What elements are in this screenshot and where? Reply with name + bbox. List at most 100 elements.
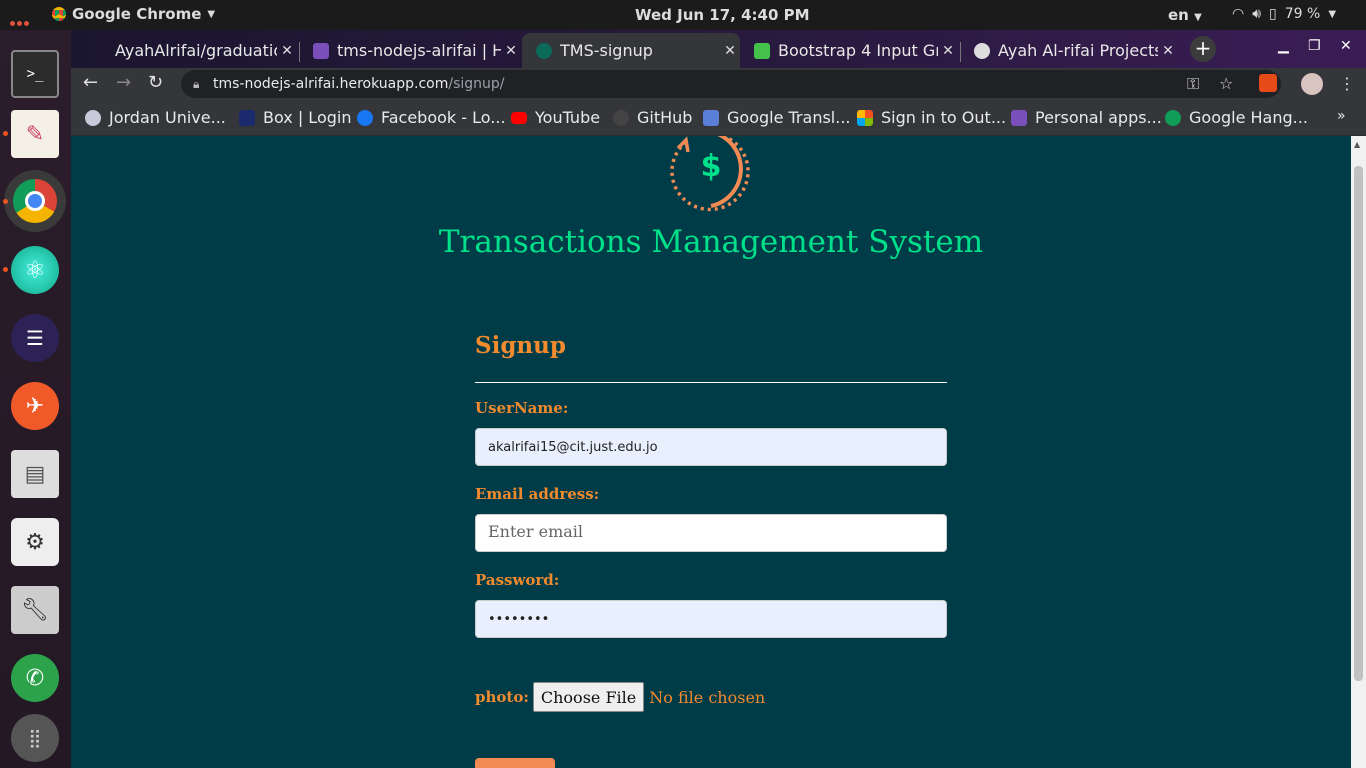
bookmarks-bar: Jordan Unive... Box | Login Facebook - L… (71, 100, 1366, 136)
reload-icon[interactable]: ↻ (148, 72, 163, 93)
bookmark-item[interactable]: Personal apps... (1011, 108, 1162, 127)
settings-tweaks-icon[interactable]: ⚙ (11, 518, 59, 566)
phone-icon[interactable]: ✆ (11, 654, 59, 702)
language-indicator[interactable]: en ▼ (1168, 6, 1202, 24)
scroll-up-icon[interactable]: ▲ (1354, 140, 1360, 149)
close-window-icon[interactable]: ✕ (1340, 38, 1352, 54)
password-field[interactable] (475, 600, 947, 638)
scrollbar-thumb[interactable] (1354, 166, 1363, 681)
page-scrollbar[interactable]: ▲ (1351, 136, 1366, 768)
file-cabinet-icon[interactable]: ▤ (11, 450, 59, 498)
avatar[interactable] (1301, 73, 1323, 95)
close-icon[interactable]: ✕ (501, 43, 521, 59)
wifi-icon: ◠ (1232, 6, 1245, 22)
signup-heading: Signup (475, 332, 566, 359)
choose-file-button[interactable]: Choose File (532, 682, 645, 712)
text-editor-icon[interactable]: ✎ (11, 110, 59, 158)
bookmark-label: Box | Login (263, 108, 352, 127)
language-label: en (1168, 6, 1189, 24)
close-icon[interactable]: ✕ (720, 43, 740, 59)
email-field[interactable] (475, 514, 947, 552)
address-bar[interactable]: 🔒︎ tms-nodejs-alrifai.herokuapp.com/sign… (181, 70, 1281, 98)
tab-title: TMS-signup (560, 41, 653, 60)
divider (475, 382, 947, 383)
bookmark-item[interactable]: Sign in to Out... (857, 108, 1006, 127)
email-label: Email address: (475, 485, 600, 503)
chevron-down-icon: ▼ (207, 8, 216, 20)
app-grid-icon[interactable]: ⣿ (11, 714, 59, 762)
postman-icon[interactable]: ✈ (11, 382, 59, 430)
extension-icon[interactable] (1259, 74, 1277, 92)
tools-icon[interactable]: 🔧︎ (11, 586, 59, 634)
no-file-chosen-text: No file chosen (649, 687, 766, 707)
eclipse-icon[interactable]: ☰ (11, 314, 59, 362)
battery-icon: ▯ (1269, 6, 1277, 22)
bookmark-item[interactable]: YouTube (511, 108, 600, 127)
atom-icon[interactable]: ⚛ (11, 246, 59, 294)
bookmark-label: Facebook - Lo... (381, 108, 506, 127)
bookmark-label: Google Transl... (727, 108, 851, 127)
bookmark-item[interactable]: Facebook - Lo... (357, 108, 506, 127)
github-icon (613, 109, 629, 126)
minimize-icon[interactable]: ▁ (1278, 38, 1289, 54)
app-menu[interactable]: Google Chrome ▼ (52, 5, 215, 23)
photo-label: photo: (475, 688, 529, 706)
tab-tms-signup[interactable]: TMS-signup ✕ (522, 33, 740, 68)
username-field[interactable] (475, 428, 947, 466)
close-icon[interactable]: ✕ (277, 43, 297, 59)
bookmark-label: Sign in to Out... (881, 108, 1007, 127)
bookmark-item[interactable]: GitHub (613, 108, 692, 127)
bookmark-label: Google Hang... (1189, 108, 1308, 127)
chrome-dock-icon[interactable] (4, 170, 66, 232)
new-tab-button[interactable]: + (1190, 36, 1216, 62)
bookmark-item[interactable]: Jordan Unive... (85, 108, 226, 127)
battery-percent: 79 % (1284, 6, 1321, 22)
tab-title: Ayah Al-rifai Projects (998, 41, 1158, 60)
youtube-icon (511, 111, 527, 124)
tab-heroku[interactable]: tms-nodejs-alrifai | He ✕ (299, 33, 521, 68)
chrome-icon (52, 7, 66, 21)
close-icon[interactable]: ✕ (1158, 43, 1178, 59)
back-icon[interactable]: ← (83, 72, 98, 93)
url-host: tms-nodejs-alrifai.herokuapp.com (213, 76, 449, 92)
tab-projects[interactable]: Ayah Al-rifai Projects ✕ (960, 33, 1178, 68)
password-label: Password: (475, 571, 560, 589)
close-icon[interactable]: ✕ (938, 43, 958, 59)
system-tray[interactable]: ◠ 🔊︎ ▯ 79 % ▼ (1232, 6, 1336, 22)
bookmark-label: Personal apps... (1035, 108, 1162, 127)
activities-dots-icon[interactable] (10, 12, 31, 30)
box-icon (239, 109, 255, 126)
key-icon[interactable]: ⚿ (1187, 74, 1199, 94)
more-bookmarks-icon[interactable]: » (1337, 108, 1346, 124)
terminal-icon[interactable]: >_ (11, 50, 59, 98)
svg-text:$: $ (701, 149, 722, 184)
page-content: $ Transactions Management System Signup … (71, 136, 1351, 768)
photo-row: photo: Choose File No file chosen (475, 682, 765, 712)
w3-icon (754, 42, 770, 59)
google-translate-icon (703, 109, 719, 126)
heroku-icon (313, 42, 329, 59)
app-name: Google Chrome (72, 5, 202, 23)
globe-icon (974, 42, 990, 59)
microsoft-icon (857, 109, 873, 126)
bookmark-item[interactable]: Box | Login (239, 108, 351, 127)
tab-strip: AyahAlrifai/graduation ✕ tms-nodejs-alri… (71, 30, 1366, 68)
bookmark-item[interactable]: Google Hang... (1165, 108, 1308, 127)
tab-title: AyahAlrifai/graduation (115, 41, 277, 60)
system-top-bar: Google Chrome ▼ Wed Jun 17, 4:40 PM en ▼… (0, 0, 1366, 30)
maximize-icon[interactable]: ❐ (1308, 38, 1321, 54)
lock-icon: 🔒︎ (193, 77, 200, 91)
signup-form: Signup UserName: Email address: Password… (475, 332, 947, 768)
forward-icon[interactable]: → (116, 72, 131, 93)
running-indicator (3, 199, 8, 204)
star-icon[interactable]: ☆ (1219, 74, 1233, 93)
tab-graduation[interactable]: AyahAlrifai/graduation ✕ (101, 33, 297, 68)
bookmark-label: GitHub (637, 108, 693, 127)
bookmark-label: Jordan Unive... (109, 108, 226, 127)
bookmark-item[interactable]: Google Transl... (703, 108, 851, 127)
kebab-menu-icon[interactable]: ⋮ (1339, 74, 1355, 93)
signup-submit-button[interactable] (475, 758, 555, 768)
tab-title: Bootstrap 4 Input Gro (778, 41, 938, 60)
tab-bootstrap[interactable]: Bootstrap 4 Input Gro ✕ (740, 33, 958, 68)
clock[interactable]: Wed Jun 17, 4:40 PM (635, 6, 810, 24)
